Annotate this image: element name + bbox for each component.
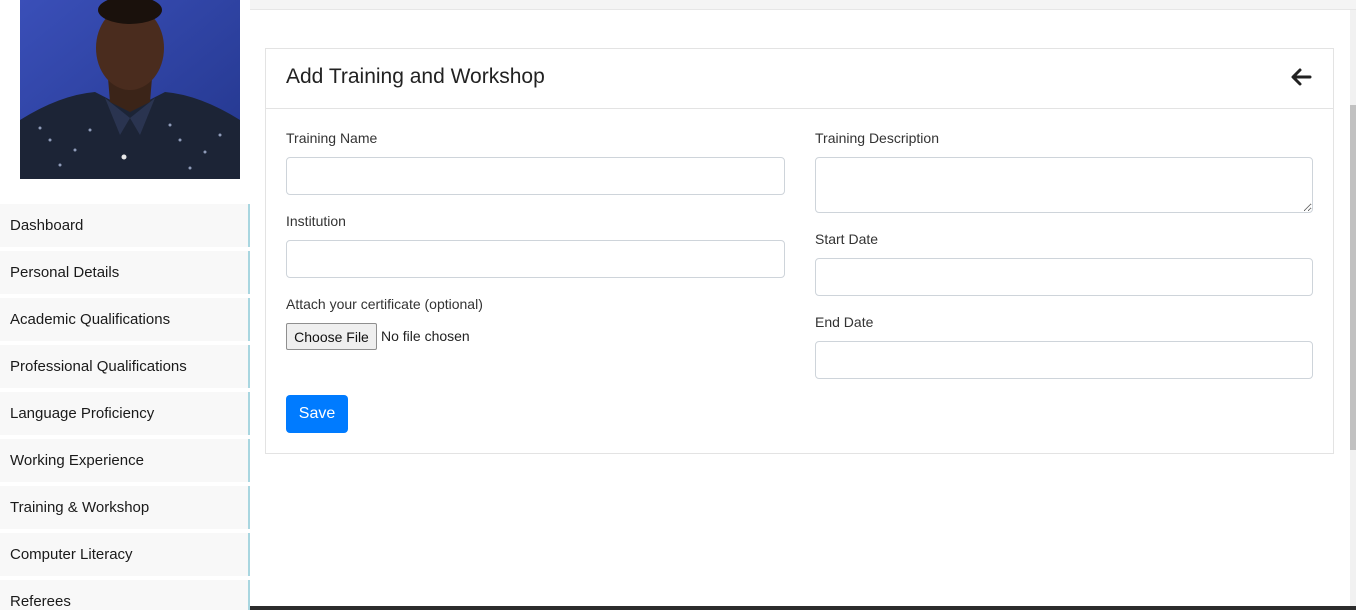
bottom-edge xyxy=(250,606,1356,610)
sidebar-item-working-experience[interactable]: Working Experience xyxy=(0,439,250,482)
institution-label: Institution xyxy=(286,213,346,229)
save-button[interactable]: Save xyxy=(286,395,348,433)
choose-file-button[interactable]: Choose File xyxy=(286,323,377,350)
card-header: Add Training and Workshop xyxy=(266,49,1333,109)
end-date-input[interactable] xyxy=(815,341,1313,379)
sidebar-item-academic-qualifications[interactable]: Academic Qualifications xyxy=(0,298,250,341)
start-date-label: Start Date xyxy=(815,231,879,247)
sidebar-item-training-workshop[interactable]: Training & Workshop xyxy=(0,486,250,529)
sidebar-item-referees[interactable]: Referees xyxy=(0,580,250,610)
scrollbar-thumb[interactable] xyxy=(1350,105,1356,450)
sidebar-nav: Dashboard Personal Details Academic Qual… xyxy=(0,204,250,610)
start-date-input[interactable] xyxy=(815,258,1313,296)
top-strip xyxy=(250,0,1356,10)
sidebar-item-language-proficiency[interactable]: Language Proficiency xyxy=(0,392,250,435)
institution-input[interactable] xyxy=(286,240,785,278)
page-title: Add Training and Workshop xyxy=(286,65,545,88)
vertical-scrollbar[interactable] xyxy=(1350,10,1356,610)
file-status: No file chosen xyxy=(381,328,470,344)
sidebar: Dashboard Personal Details Academic Qual… xyxy=(0,0,250,610)
end-date-label: End Date xyxy=(815,314,874,330)
sidebar-item-dashboard[interactable]: Dashboard xyxy=(0,204,250,247)
training-description-textarea[interactable] xyxy=(815,157,1313,213)
profile-photo xyxy=(20,0,240,179)
certificate-label: Attach your certificate (optional) xyxy=(286,296,483,312)
training-name-input[interactable] xyxy=(286,157,785,195)
sidebar-item-computer-literacy[interactable]: Computer Literacy xyxy=(0,533,250,576)
sidebar-item-professional-qualifications[interactable]: Professional Qualifications xyxy=(0,345,250,388)
sidebar-item-personal-details[interactable]: Personal Details xyxy=(0,251,250,294)
arrow-left-icon[interactable] xyxy=(1289,65,1313,89)
training-description-label: Training Description xyxy=(815,130,939,146)
training-name-label: Training Name xyxy=(286,130,378,146)
